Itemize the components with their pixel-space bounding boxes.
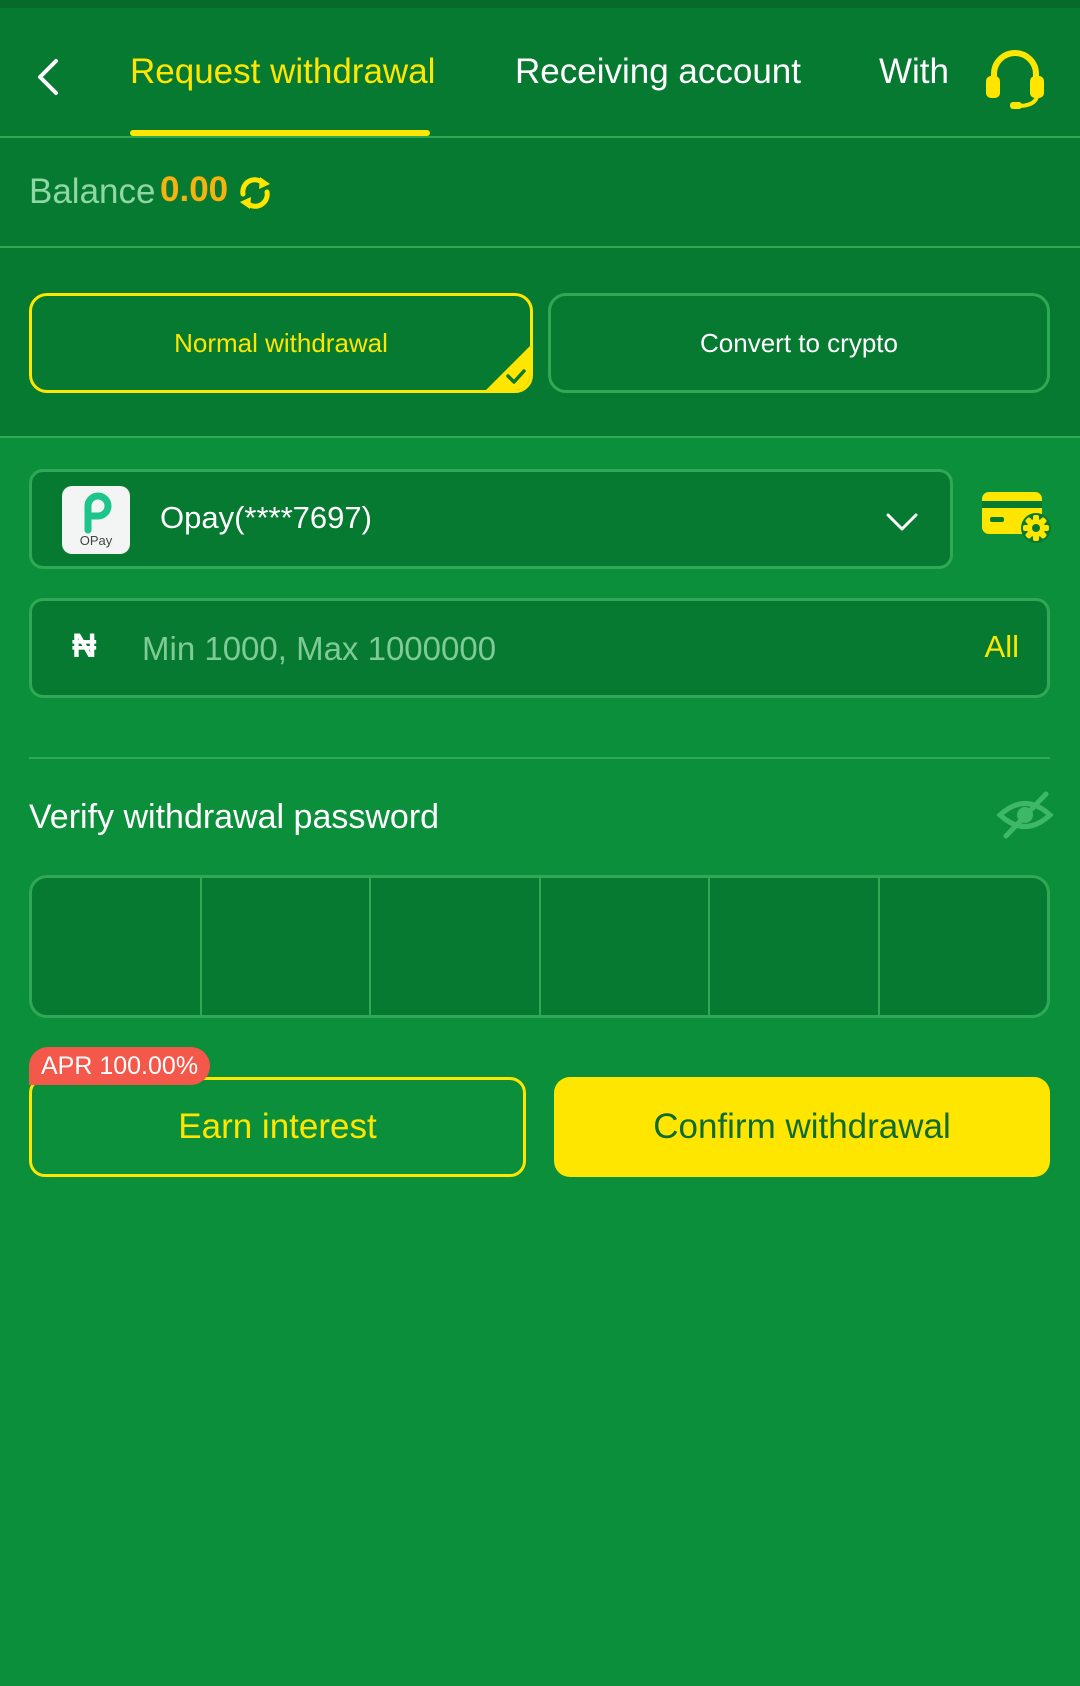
apr-badge: APR 100.00%: [29, 1047, 211, 1085]
active-tab-indicator: [130, 130, 430, 136]
toggle-password-visibility-button[interactable]: [996, 790, 1054, 840]
pin-digit-2[interactable]: [202, 878, 371, 1015]
normal-withdrawal-label: Normal withdrawal: [174, 327, 388, 358]
confirm-withdrawal-button[interactable]: Confirm withdrawal: [554, 1077, 1050, 1177]
earn-interest-label: Earn interest: [178, 1107, 377, 1146]
confirm-withdrawal-label: Confirm withdrawal: [653, 1107, 951, 1146]
tab-request-withdrawal[interactable]: Request withdrawal: [130, 48, 435, 96]
amount-field: ₦ All: [29, 598, 1050, 698]
customer-support-button[interactable]: [980, 48, 1050, 112]
opay-logo-mark: [84, 492, 112, 534]
headset-icon: [986, 50, 1044, 109]
withdraw-all-button[interactable]: All: [985, 629, 1019, 665]
receiving-account-select[interactable]: OPay Opay(****7697): [29, 469, 953, 569]
withdraw-mode-bar: Normal withdrawal Convert to crypto: [0, 248, 1080, 438]
password-pin-input[interactable]: [29, 875, 1050, 1018]
pin-digit-5[interactable]: [710, 878, 880, 1015]
pin-digit-4[interactable]: [541, 878, 710, 1015]
opay-logo: OPay: [62, 486, 130, 554]
opay-logo-text: OPay: [79, 533, 113, 548]
tab-withdrawal-records[interactable]: With: [879, 48, 949, 96]
password-label: Verify withdrawal password: [29, 798, 440, 836]
eye-off-icon: [996, 791, 1054, 839]
chevron-left-icon: [38, 59, 58, 95]
pin-digit-6[interactable]: [880, 878, 1048, 1015]
selected-account-text: Opay(****7697): [160, 500, 372, 535]
tab-receiving-account[interactable]: Receiving account: [515, 48, 801, 96]
naira-currency-symbol: ₦: [72, 627, 97, 665]
card-settings-button[interactable]: [980, 486, 1052, 552]
section-divider: [29, 757, 1050, 759]
convert-to-crypto-label: Convert to crypto: [700, 327, 898, 358]
balance-label: Balance: [29, 172, 156, 211]
top-nav-bar: Request withdrawal Receiving account Wit…: [0, 0, 1080, 138]
card-settings-icon: [982, 492, 1051, 543]
convert-to-crypto-option[interactable]: Convert to crypto: [548, 293, 1050, 393]
refresh-icon: [240, 177, 270, 209]
balance-bar: Balance 0.00: [0, 138, 1080, 248]
balance-value: 0.00: [160, 170, 229, 209]
back-button[interactable]: [22, 42, 72, 112]
chevron-down-icon: [886, 513, 918, 531]
earn-interest-button[interactable]: Earn interest: [29, 1077, 526, 1177]
pin-digit-1[interactable]: [32, 878, 202, 1015]
pin-digit-3[interactable]: [371, 878, 541, 1015]
amount-input[interactable]: [142, 619, 902, 679]
checkmark-icon: [486, 346, 530, 390]
normal-withdrawal-option[interactable]: Normal withdrawal: [29, 293, 533, 393]
refresh-balance-button[interactable]: [236, 174, 274, 212]
